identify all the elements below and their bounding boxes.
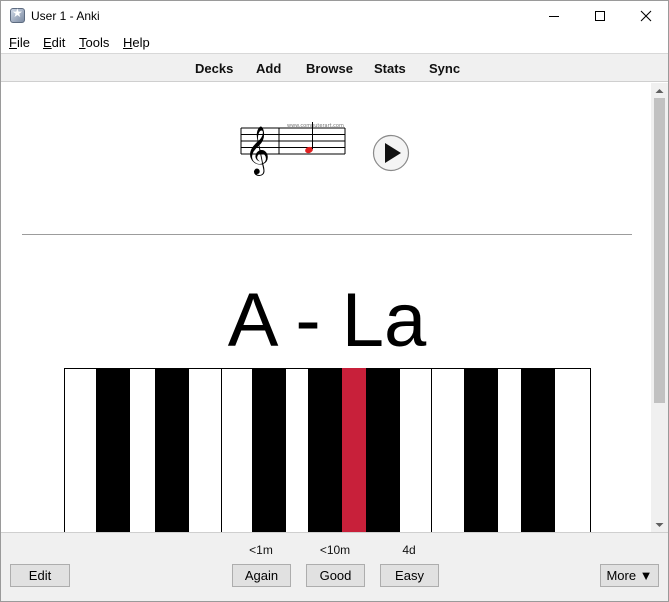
menu-help-label: elp (132, 35, 150, 50)
question-answer-divider (22, 234, 632, 235)
piano-white-key (64, 368, 222, 532)
piano-highlighted-key (342, 368, 366, 532)
piano-black-key (464, 368, 498, 532)
menu-tools[interactable]: Tools (79, 35, 109, 50)
toolbar-sync-link[interactable]: Sync (429, 61, 460, 76)
edit-card-button[interactable]: Edit (10, 564, 70, 587)
minimize-button[interactable] (531, 1, 577, 31)
play-audio-button[interactable] (372, 134, 410, 172)
piano-black-key (366, 368, 400, 532)
scrollbar-thumb[interactable] (654, 98, 665, 403)
menu-file[interactable]: File (9, 35, 30, 50)
menu-edit-label: dit (51, 35, 66, 50)
scroll-up-button[interactable] (651, 83, 668, 98)
piano-black-key (308, 368, 342, 532)
piano-keyboard (64, 368, 591, 532)
title-bar: User 1 - Anki (1, 1, 668, 31)
menu-bar: File Edit Tools Help (1, 31, 668, 53)
answer-text: A - La (227, 278, 427, 363)
music-staff-image: 𝄞 www.computerart.com (240, 122, 346, 176)
card-view: 𝄞 www.computerart.com A - La (2, 83, 650, 532)
chevron-down-icon (655, 522, 664, 527)
menu-help[interactable]: Help (123, 35, 150, 50)
maximize-button[interactable] (577, 1, 623, 31)
menu-file-label: ile (16, 35, 30, 50)
piano-black-key (155, 368, 189, 532)
anki-app-icon (10, 6, 25, 23)
menu-edit[interactable]: Edit (43, 35, 65, 50)
toolbar-browse-link[interactable]: Browse (306, 61, 353, 76)
menu-edit-accel: E (43, 35, 52, 50)
card-scrollbar[interactable] (651, 83, 668, 532)
window-title: User 1 - Anki (31, 9, 100, 23)
toolbar-add-link[interactable]: Add (256, 61, 281, 76)
answer-bar: <1m <10m 4d Edit Again Good Easy More ▼ (1, 532, 668, 601)
good-button[interactable]: Good (306, 564, 365, 587)
close-icon (640, 10, 652, 22)
toolbar-decks-link[interactable]: Decks (195, 61, 233, 76)
menu-help-accel: H (123, 35, 133, 50)
again-button[interactable]: Again (232, 564, 291, 587)
good-interval: <10m (319, 543, 351, 557)
menu-tools-label: ools (85, 35, 110, 50)
toolbar-stats-link[interactable]: Stats (374, 61, 406, 76)
more-button[interactable]: More ▼ (600, 564, 659, 587)
piano-black-key (521, 368, 555, 532)
anki-window: User 1 - Anki File Edit Tools Help Decks… (0, 0, 669, 602)
menu-file-accel: F (9, 35, 17, 50)
piano-white-key (431, 368, 591, 532)
scroll-down-button[interactable] (651, 517, 668, 532)
staff-watermark: www.computerart.com (287, 123, 344, 129)
treble-clef-icon: 𝄞 (245, 125, 270, 176)
close-button[interactable] (623, 1, 668, 31)
piano-black-key (252, 368, 286, 532)
easy-button[interactable]: Easy (380, 564, 439, 587)
piano-black-key (96, 368, 130, 532)
minimize-icon (549, 16, 559, 17)
again-interval: <1m (249, 543, 273, 557)
chevron-up-icon (655, 88, 664, 93)
maximize-icon (595, 11, 605, 21)
easy-interval: 4d (402, 543, 416, 557)
main-toolbar: Decks Add Browse Stats Sync (1, 53, 668, 82)
